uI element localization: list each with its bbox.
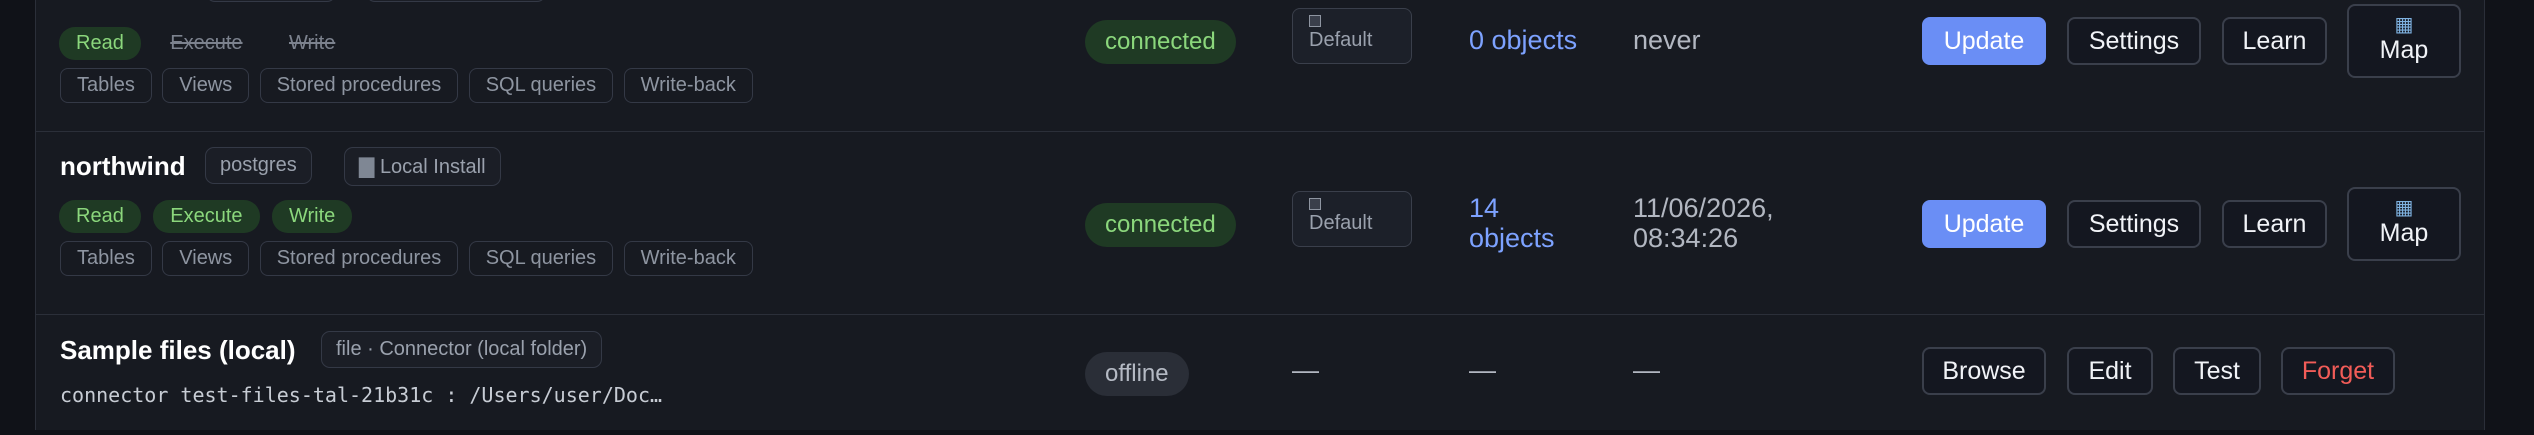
permission-read: Read	[59, 27, 141, 60]
install-tag-cut	[366, 0, 546, 2]
type-tag: file · Connector (local folder)	[321, 331, 603, 368]
objects-unit: objects	[1469, 223, 1555, 253]
permission-execute: Execute	[153, 200, 260, 233]
map-button[interactable]: ▦ Map	[2347, 187, 2461, 261]
edit-button[interactable]: Edit	[2067, 347, 2153, 395]
install-tag-label: Local Install	[379, 156, 486, 178]
connection-row: northwind postgres ▇ Local Install Read …	[36, 131, 2484, 314]
objects-link[interactable]: 14 objects	[1469, 193, 1555, 253]
default-label: Default	[1309, 212, 1373, 234]
feature-views: Views	[162, 68, 250, 103]
feature-sql-queries: SQL queries	[468, 241, 614, 276]
feature-tags: Tables Views Stored procedures SQL queri…	[60, 241, 759, 276]
engine-tag-cut	[206, 0, 336, 2]
feature-tags: Tables Views Stored procedures SQL queri…	[60, 68, 759, 103]
objects-placeholder: —	[1469, 355, 1496, 385]
feature-tables: Tables	[60, 68, 152, 103]
status-badge: offline	[1085, 352, 1189, 396]
feature-tables: Tables	[60, 241, 152, 276]
last-sync-date: 11/06/2026,	[1633, 193, 1774, 223]
browse-button[interactable]: Browse	[1922, 347, 2046, 395]
default-placeholder: —	[1292, 355, 1319, 385]
square-icon	[1309, 15, 1321, 27]
learn-button[interactable]: Learn	[2222, 17, 2327, 65]
objects-count: 14	[1469, 193, 1500, 223]
map-icon: ▦	[2394, 14, 2414, 36]
map-button[interactable]: ▦ Map	[2347, 4, 2461, 78]
feature-stored-procedures: Stored procedures	[259, 68, 459, 103]
map-icon: ▦	[2394, 197, 2414, 219]
status-badge: connected	[1085, 20, 1236, 64]
permission-execute: Execute	[170, 32, 243, 54]
settings-button[interactable]: Settings	[2067, 200, 2201, 248]
connection-name[interactable]: northwind	[60, 151, 186, 182]
map-label: Map	[2379, 36, 2429, 64]
connections-panel: Read Execute Write Tables Views Stored p…	[35, 0, 2485, 430]
objects-link[interactable]: 0 objects	[1469, 25, 1577, 55]
last-sync-placeholder: —	[1633, 355, 1660, 385]
status-badge: connected	[1085, 203, 1236, 247]
learn-button[interactable]: Learn	[2222, 200, 2327, 248]
feature-write-back: Write-back	[623, 241, 753, 276]
settings-button[interactable]: Settings	[2067, 17, 2201, 65]
feature-views: Views	[162, 241, 250, 276]
last-sync: 11/06/2026, 08:34:26	[1633, 193, 1774, 253]
permission-read: Read	[59, 200, 141, 233]
install-tag: ▇ Local Install	[344, 147, 501, 186]
permission-badges: Read Execute Write	[59, 27, 360, 60]
forget-button[interactable]: Forget	[2281, 347, 2395, 395]
feature-sql-queries: SQL queries	[468, 68, 614, 103]
test-button[interactable]: Test	[2173, 347, 2261, 395]
building-icon: ▇	[359, 156, 380, 178]
feature-write-back: Write-back	[623, 68, 753, 103]
square-icon	[1309, 198, 1321, 210]
update-button[interactable]: Update	[1922, 17, 2046, 65]
permission-write: Write	[288, 32, 336, 54]
update-button[interactable]: Update	[1922, 200, 2046, 248]
last-sync-time: 08:34:26	[1633, 223, 1739, 253]
default-profile-select[interactable]: Default	[1292, 191, 1412, 247]
connection-row: Sample files (local) file · Connector (l…	[36, 314, 2484, 435]
feature-stored-procedures: Stored procedures	[259, 241, 459, 276]
permission-write: Write	[271, 200, 353, 233]
map-label: Map	[2379, 219, 2429, 247]
engine-tag: postgres	[205, 147, 312, 184]
default-profile-select[interactable]: Default	[1292, 8, 1412, 64]
default-label: Default	[1309, 29, 1373, 51]
connector-path: connector test-files-tal-21b31c : /Users…	[60, 383, 663, 407]
last-sync: never	[1633, 25, 1701, 55]
connection-row: Read Execute Write Tables Views Stored p…	[36, 0, 2484, 130]
connection-name[interactable]: Sample files (local)	[60, 335, 296, 366]
permission-badges: Read Execute Write	[59, 200, 360, 233]
